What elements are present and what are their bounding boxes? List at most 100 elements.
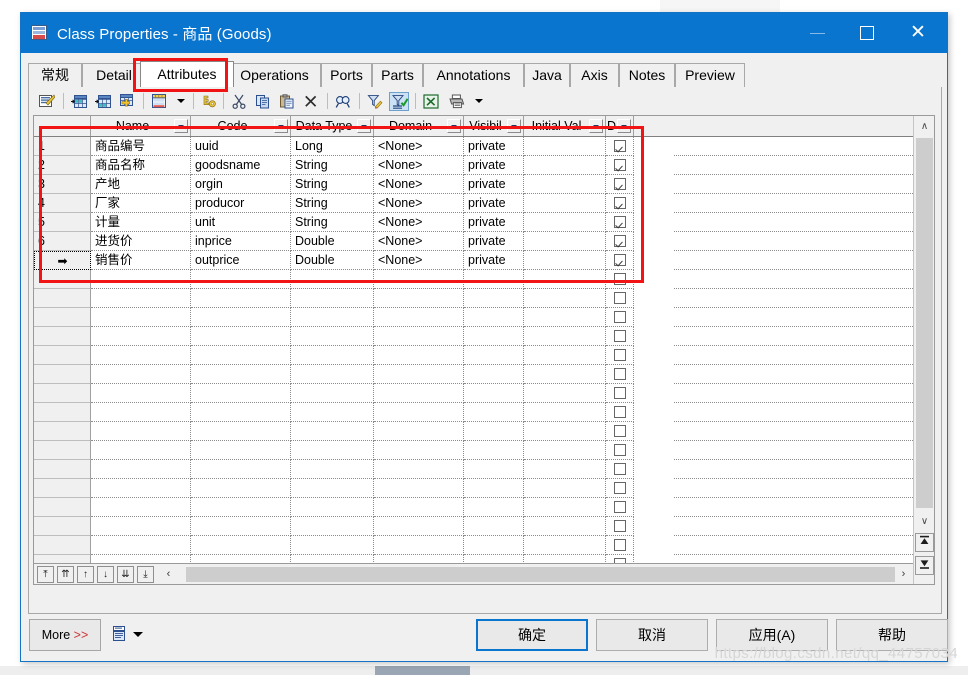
row-header[interactable] bbox=[34, 365, 91, 384]
cell-name[interactable] bbox=[91, 441, 191, 460]
cell-domain[interactable]: <None> bbox=[374, 213, 464, 232]
cell-domain[interactable] bbox=[374, 498, 464, 517]
cell-code[interactable]: goodsname bbox=[191, 156, 291, 175]
checkbox-d[interactable] bbox=[614, 425, 626, 437]
cell-domain[interactable] bbox=[374, 422, 464, 441]
cell-name[interactable]: 产地 bbox=[91, 175, 191, 194]
cell-domain[interactable] bbox=[374, 460, 464, 479]
cell-d[interactable] bbox=[606, 175, 634, 194]
tab-[interactable]: 常规 bbox=[28, 63, 82, 87]
cell-visibility[interactable]: private bbox=[464, 137, 524, 156]
scroll-to-bottom-button[interactable] bbox=[915, 556, 934, 575]
cell-initialvalue[interactable] bbox=[524, 213, 606, 232]
column-filter-dropdown-datatype[interactable] bbox=[357, 119, 371, 133]
row-header[interactable]: 3 bbox=[34, 175, 91, 194]
copy-icon[interactable] bbox=[253, 92, 273, 111]
cell-datatype[interactable] bbox=[291, 441, 374, 460]
cell-datatype[interactable]: String bbox=[291, 194, 374, 213]
cell-visibility[interactable] bbox=[464, 365, 524, 384]
move-up-fast-button[interactable]: ⇈ bbox=[57, 566, 74, 583]
cell-datatype[interactable] bbox=[291, 270, 374, 289]
cell-domain[interactable] bbox=[374, 441, 464, 460]
cell-datatype[interactable]: Double bbox=[291, 251, 374, 270]
row-header[interactable] bbox=[34, 498, 91, 517]
column-filter-dropdown-code[interactable] bbox=[274, 119, 288, 133]
cell-code[interactable]: inprice bbox=[191, 232, 291, 251]
report-icon[interactable] bbox=[113, 626, 127, 642]
export-excel-icon[interactable] bbox=[421, 92, 441, 111]
cell-d[interactable] bbox=[606, 327, 634, 346]
cell-domain[interactable] bbox=[374, 517, 464, 536]
cell-name[interactable]: 销售价 bbox=[91, 251, 191, 270]
move-to-bottom-button[interactable]: ⤓ bbox=[137, 566, 154, 583]
find-icon[interactable] bbox=[333, 92, 353, 111]
cell-d[interactable] bbox=[606, 213, 634, 232]
hscroll-left-button[interactable]: ‹ bbox=[162, 567, 175, 582]
cell-name[interactable] bbox=[91, 289, 191, 308]
cell-name[interactable]: 商品编号 bbox=[91, 137, 191, 156]
cell-visibility[interactable]: private bbox=[464, 156, 524, 175]
cell-visibility[interactable]: private bbox=[464, 175, 524, 194]
scroll-to-top-button[interactable] bbox=[915, 533, 934, 552]
cell-name[interactable] bbox=[91, 327, 191, 346]
cell-d[interactable] bbox=[606, 270, 634, 289]
tab-preview[interactable]: Preview bbox=[675, 63, 745, 87]
primary-key-icon[interactable] bbox=[199, 92, 219, 111]
cell-d[interactable] bbox=[606, 555, 634, 563]
row-header[interactable] bbox=[34, 536, 91, 555]
row-header[interactable]: 6 bbox=[34, 232, 91, 251]
tab-notes[interactable]: Notes bbox=[619, 63, 675, 87]
cell-datatype[interactable] bbox=[291, 308, 374, 327]
row-header[interactable] bbox=[34, 460, 91, 479]
checkbox-d[interactable] bbox=[614, 330, 626, 342]
cell-code[interactable] bbox=[191, 555, 291, 563]
row-header[interactable]: 5 bbox=[34, 213, 91, 232]
cell-code[interactable] bbox=[191, 517, 291, 536]
table-row[interactable]: 4厂家producorString<None>private bbox=[34, 194, 913, 213]
cell-datatype[interactable] bbox=[291, 460, 374, 479]
insert-row-before-icon[interactable] bbox=[69, 92, 89, 111]
cell-datatype[interactable] bbox=[291, 384, 374, 403]
scroll-down-button[interactable]: ∨ bbox=[915, 512, 934, 531]
cell-code[interactable]: producor bbox=[191, 194, 291, 213]
cell-name[interactable]: 进货价 bbox=[91, 232, 191, 251]
cell-code[interactable]: orgin bbox=[191, 175, 291, 194]
table-row[interactable] bbox=[34, 460, 913, 479]
checkbox-d[interactable] bbox=[614, 501, 626, 513]
column-header-datatype[interactable]: Data Type bbox=[291, 116, 374, 136]
cell-visibility[interactable] bbox=[464, 346, 524, 365]
table-row[interactable] bbox=[34, 327, 913, 346]
cell-visibility[interactable] bbox=[464, 536, 524, 555]
checkbox-d[interactable] bbox=[614, 216, 626, 228]
cell-name[interactable] bbox=[91, 365, 191, 384]
table-row[interactable] bbox=[34, 555, 913, 563]
cell-visibility[interactable] bbox=[464, 289, 524, 308]
table-row[interactable] bbox=[34, 517, 913, 536]
column-header-domain[interactable]: Domain bbox=[374, 116, 464, 136]
cell-initialvalue[interactable] bbox=[524, 194, 606, 213]
column-filter-dropdown-d[interactable] bbox=[617, 119, 631, 133]
cell-d[interactable] bbox=[606, 232, 634, 251]
table-row[interactable]: 6进货价inpriceDouble<None>private bbox=[34, 232, 913, 251]
table-row[interactable] bbox=[34, 289, 913, 308]
cell-initialvalue[interactable] bbox=[524, 232, 606, 251]
cell-datatype[interactable] bbox=[291, 517, 374, 536]
table-row[interactable]: ➡销售价outpriceDouble<None>private bbox=[34, 251, 913, 270]
maximize-button[interactable] bbox=[844, 13, 890, 53]
tab-ports[interactable]: Ports bbox=[321, 63, 372, 87]
delete-icon[interactable] bbox=[301, 92, 321, 111]
cell-code[interactable] bbox=[191, 479, 291, 498]
cell-name[interactable] bbox=[91, 536, 191, 555]
cell-datatype[interactable] bbox=[291, 422, 374, 441]
insert-row-after-icon[interactable] bbox=[93, 92, 113, 111]
checkbox-d[interactable] bbox=[614, 349, 626, 361]
row-header[interactable] bbox=[34, 308, 91, 327]
cell-name[interactable] bbox=[91, 270, 191, 289]
cell-code[interactable] bbox=[191, 384, 291, 403]
ok-button[interactable]: 确定 bbox=[476, 619, 588, 651]
cell-d[interactable] bbox=[606, 289, 634, 308]
cell-initialvalue[interactable] bbox=[524, 346, 606, 365]
tab-annotations[interactable]: Annotations bbox=[423, 63, 524, 87]
cell-code[interactable] bbox=[191, 441, 291, 460]
cell-datatype[interactable] bbox=[291, 365, 374, 384]
